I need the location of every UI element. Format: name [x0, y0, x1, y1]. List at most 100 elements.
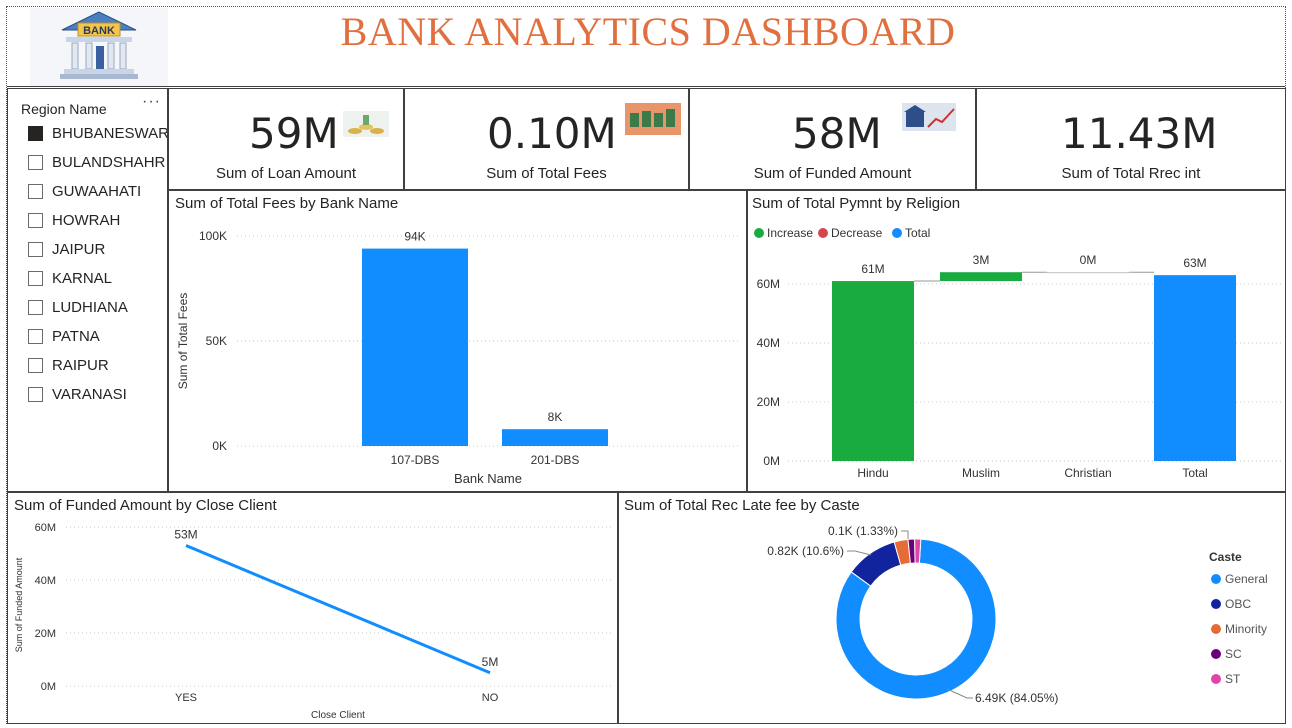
- legend-label: ST: [1225, 672, 1241, 686]
- slicer-checkbox[interactable]: [28, 184, 43, 199]
- kpi-value: 11.43M: [1061, 109, 1218, 158]
- x-tick-label: NO: [482, 692, 499, 704]
- kpi-label: Sum of Total Rrec int: [1061, 165, 1201, 182]
- x-tick-label: Christian: [1064, 466, 1111, 480]
- kpi-funded-amount: 58M Sum of Funded Amount: [689, 88, 976, 190]
- data-label: 0M: [1080, 253, 1097, 267]
- data-label: 6.49K (84.05%): [975, 691, 1058, 705]
- y-tick-label: 40M: [35, 575, 56, 587]
- legend-marker: [1211, 649, 1221, 659]
- y-tick-label: 60M: [35, 522, 56, 534]
- data-label: 53M: [174, 528, 197, 542]
- donut-svg: 6.49K (84.05%) 0.82K (10.6%) 0.1K (1.33%) C…: [767, 524, 1268, 705]
- slicer-item-label: KARNAL: [52, 270, 113, 287]
- slicer-item-label: RAIPUR: [52, 357, 109, 374]
- funded-by-close-client-chart[interactable]: Sum of Funded Amount by Close Client 0M 2…: [7, 492, 618, 724]
- slicer-item-bulandshahr[interactable]: BULANDSHAHR: [28, 154, 165, 171]
- data-label: 61M: [861, 262, 884, 276]
- slicer-checkbox[interactable]: [28, 126, 43, 141]
- bar: [1154, 275, 1236, 461]
- legend-label: Minority: [1225, 622, 1267, 636]
- data-label: 5M: [482, 655, 499, 669]
- bar: [940, 272, 1022, 282]
- bar: [832, 281, 914, 461]
- data-label: 0.1K (1.33%): [828, 524, 898, 538]
- slicer-checkbox[interactable]: [28, 300, 43, 315]
- slicer-item-label: VARANASI: [52, 386, 127, 403]
- coins-icon: [343, 111, 389, 137]
- donut-slice: [914, 538, 922, 564]
- late-fee-by-caste-chart[interactable]: Sum of Total Rec Late fee by Caste 6.49K…: [618, 492, 1286, 724]
- slicer-item-guwaahati[interactable]: GUWAAHATI: [28, 183, 141, 200]
- slicer-item-bhubaneswar[interactable]: BHUBANESWAR: [28, 125, 167, 142]
- legend-label: General: [1225, 572, 1268, 586]
- line-svg: 0M 20M 40M 60M Sum of Funded Amount 53M YES 5M N…: [14, 522, 613, 721]
- slicer-checkbox[interactable]: [28, 155, 43, 170]
- legend-marker: [1211, 624, 1221, 634]
- leader-line: [847, 550, 872, 556]
- kpi-loan-amount: 59M Sum of Loan Amount: [168, 88, 404, 190]
- y-axis-label: Sum of Total Fees: [176, 293, 190, 390]
- legend-title: Caste: [1209, 550, 1242, 564]
- legend-marker: [1211, 674, 1221, 684]
- dashboard-title: BANK ANALYTICS DASHBOARD: [340, 9, 956, 54]
- leader-line: [946, 688, 973, 699]
- bar: [502, 429, 608, 446]
- slicer-checkbox[interactable]: [28, 213, 43, 228]
- slicer-item-varanasi[interactable]: VARANASI: [28, 386, 127, 403]
- fees-by-bank-chart[interactable]: Sum of Total Fees by Bank Name 0K 50K 100K…: [168, 190, 747, 492]
- y-tick-label: 40M: [757, 336, 780, 350]
- x-tick-label: Hindu: [857, 466, 888, 480]
- legend-marker: [892, 228, 902, 238]
- legend-label: Decrease: [831, 226, 883, 240]
- slicer-item-howrah[interactable]: HOWRAH: [28, 212, 120, 229]
- legend-label: SC: [1225, 647, 1242, 661]
- kpi-total-fees: 0.10M Sum of Total Fees: [404, 88, 689, 190]
- slicer-item-raipur[interactable]: RAIPUR: [28, 357, 109, 374]
- logo-text: BANK: [83, 25, 115, 37]
- data-label: 8K: [548, 410, 563, 424]
- x-tick-label: YES: [175, 692, 197, 704]
- kpi-value: 59M: [249, 109, 339, 158]
- bank-growth-icon: [902, 103, 956, 131]
- region-slicer[interactable]: Region Name ··· BHUBANESWAR BULANDSHAHR GU…: [7, 88, 168, 492]
- data-label: 63M: [1183, 256, 1206, 270]
- leader-line: [901, 530, 909, 539]
- y-tick-label: 20M: [757, 395, 780, 409]
- slicer-checkbox[interactable]: [28, 387, 43, 402]
- waterfall-svg: Increase Decrease Total 0M 20M 40M 60M 61M Hindu…: [754, 226, 1283, 480]
- y-axis-label: Sum of Funded Amount: [14, 557, 24, 652]
- slicer-item-karnal[interactable]: KARNAL: [28, 270, 112, 287]
- y-tick-label: 20M: [35, 628, 56, 640]
- y-tick-label: 100K: [199, 229, 227, 243]
- slicer-checkbox[interactable]: [28, 329, 43, 344]
- x-tick-label: 201-DBS: [531, 453, 580, 467]
- legend-marker: [754, 228, 764, 238]
- legend-marker: [1211, 599, 1221, 609]
- slicer-item-patna[interactable]: PATNA: [28, 328, 100, 345]
- slicer-checkbox[interactable]: [28, 271, 43, 286]
- kpi-value: 58M: [792, 109, 882, 158]
- y-tick-label: 0K: [212, 439, 227, 453]
- data-label: 94K: [404, 230, 425, 244]
- x-tick-label: Muslim: [962, 466, 1000, 480]
- kpi-label: Sum of Total Fees: [486, 165, 607, 182]
- slicer-item-ludhiana[interactable]: LUDHIANA: [28, 299, 128, 316]
- slicer-item-label: JAIPUR: [52, 241, 106, 258]
- more-options-icon[interactable]: ···: [142, 93, 161, 111]
- slicer-checkbox[interactable]: [28, 358, 43, 373]
- legend-label: OBC: [1225, 597, 1251, 611]
- slicer-checkbox[interactable]: [28, 242, 43, 257]
- slicer-item-jaipur[interactable]: JAIPUR: [28, 241, 105, 258]
- bar: [362, 248, 468, 446]
- slicer-item-label: BULANDSHAHR: [52, 154, 166, 171]
- bank-logo: BANK: [30, 8, 168, 86]
- kpi-label: Sum of Funded Amount: [753, 165, 912, 182]
- fees-icon: [625, 103, 681, 135]
- pymnt-by-religion-chart[interactable]: Sum of Total Pymnt by Religion Increase D…: [747, 190, 1286, 492]
- y-tick-label: 0M: [41, 681, 56, 693]
- slicer-item-label: LUDHIANA: [52, 299, 128, 316]
- x-axis-label: Bank Name: [454, 471, 522, 486]
- y-tick-label: 60M: [757, 277, 780, 291]
- series-line: [185, 544, 491, 675]
